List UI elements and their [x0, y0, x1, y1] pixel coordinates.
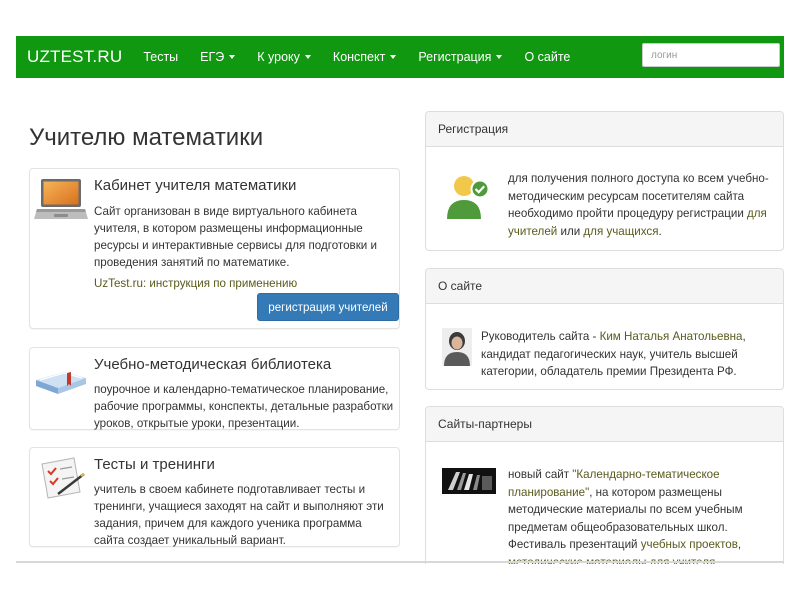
nav-label: Тесты: [143, 50, 179, 64]
panel-about: О сайте Руководитель сайта - Ким Наталья…: [425, 268, 784, 390]
card-description: поурочное и календарно-тематическое план…: [94, 383, 394, 430]
nav-item-ege[interactable]: ЕГЭ: [189, 50, 246, 64]
checklist-icon: [41, 457, 85, 499]
nav-label: ЕГЭ: [200, 50, 225, 64]
caret-down-icon: [496, 55, 503, 59]
caret-down-icon: [229, 55, 236, 59]
text: для получения полного доступа ко всем уч…: [508, 172, 769, 220]
portrait-photo: [442, 328, 472, 366]
nav-label: Регистрация: [418, 50, 492, 64]
about-text: Руководитель сайта - Ким Наталья Анатоль…: [481, 328, 775, 381]
text: или: [557, 224, 584, 238]
panel-heading: Сайты-партнеры: [426, 407, 783, 442]
text: Руководитель сайта -: [481, 330, 600, 343]
nav-item-about[interactable]: О сайте: [513, 50, 581, 64]
nav-label: Конспект: [332, 50, 386, 64]
register-teachers-button[interactable]: регистрация учителей: [257, 293, 399, 321]
text: .: [658, 224, 662, 238]
caret-down-icon: [304, 55, 311, 59]
site-head-link[interactable]: Ким Наталья Анатольевна: [600, 330, 743, 343]
nav-label: К уроку: [257, 50, 300, 64]
login-input[interactable]: [642, 43, 780, 67]
card-title: Кабинет учителя математики: [94, 177, 297, 194]
top-navbar: UZTEST.RU Тесты ЕГЭ К уроку Конспект Рег…: [16, 36, 784, 78]
books-thumbnail: [442, 468, 496, 494]
nav-item-synopsis[interactable]: Конспект: [322, 50, 407, 64]
card-tests: Тесты и тренинги учитель в своем кабинет…: [29, 447, 400, 547]
text: новый сайт: [508, 468, 573, 481]
browser-viewport: UZTEST.RU Тесты ЕГЭ К уроку Конспект Рег…: [16, 36, 784, 564]
nav-label: О сайте: [524, 50, 571, 64]
caret-down-icon: [390, 55, 397, 59]
panel-heading: О сайте: [426, 269, 783, 304]
card-teacher-cabinet: Кабинет учителя математики Сайт организо…: [29, 168, 400, 329]
site-brand[interactable]: UZTEST.RU: [27, 47, 122, 67]
panel-partners: Сайты-партнеры новый сайт "Календарно-те…: [425, 406, 784, 564]
register-student-link[interactable]: для учащихся: [583, 225, 658, 238]
card-title: Учебно-методическая библиотека: [94, 356, 332, 373]
projects-link[interactable]: учебных проектов: [641, 538, 738, 551]
registration-text: для получения полного доступа ко всем уч…: [508, 170, 776, 240]
card-library: Учебно-методическая библиотека поурочное…: [29, 347, 400, 430]
user-check-icon: [447, 176, 490, 219]
book-icon: [36, 372, 86, 394]
panel-heading: Регистрация: [426, 112, 783, 147]
partners-text: новый сайт "Календарно-тематическое план…: [508, 466, 776, 564]
nav-item-tests[interactable]: Тесты: [132, 50, 189, 64]
page-title: Учителю математики: [29, 124, 264, 151]
card-description: Сайт организован в виде виртуального каб…: [94, 205, 377, 269]
laptop-icon: [34, 179, 88, 219]
card-title: Тесты и тренинги: [94, 456, 215, 473]
text: ,: [737, 538, 742, 551]
instruction-link[interactable]: UzTest.ru: инструкция по применению: [94, 277, 297, 290]
card-description: учитель в своем кабинете подготавливает …: [94, 483, 384, 547]
nav-item-lesson[interactable]: К уроку: [246, 50, 322, 64]
panel-registration: Регистрация для получения полного доступ…: [425, 111, 784, 251]
page-bottom-edge: [16, 561, 784, 563]
nav-item-registration[interactable]: Регистрация: [407, 50, 513, 64]
